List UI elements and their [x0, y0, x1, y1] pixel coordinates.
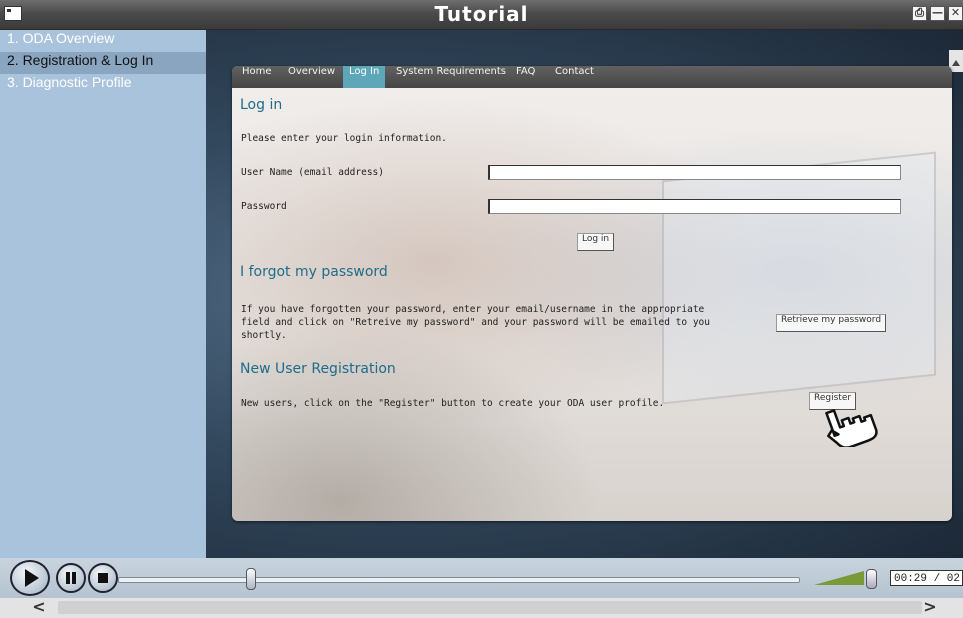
- forgot-password-line-2: field and click on "Retreive my password…: [241, 317, 710, 328]
- scrollbar-thumb[interactable]: [58, 601, 922, 614]
- close-icon[interactable]: ✕: [948, 6, 963, 21]
- forgot-password-heading: I forgot my password: [240, 264, 388, 280]
- registration-text: New users, click on the "Register" butto…: [241, 398, 665, 409]
- seek-track[interactable]: [118, 577, 800, 583]
- login-button[interactable]: Log in: [577, 233, 615, 251]
- volume-slider[interactable]: [814, 571, 864, 585]
- nav-faq[interactable]: FAQ: [510, 66, 541, 88]
- nav-contact[interactable]: Contact: [549, 66, 600, 88]
- horizontal-scrollbar[interactable]: < >: [0, 598, 963, 618]
- printer-icon[interactable]: ⎙: [912, 6, 927, 21]
- chapter-sidebar: 1. ODA Overview 2. Registration & Log In…: [0, 30, 206, 558]
- window-controls: ⎙ — ✕: [912, 6, 963, 21]
- scroll-left-arrow-icon[interactable]: <: [12, 598, 66, 618]
- title-bar: Tutorial ⎙ — ✕: [0, 0, 963, 30]
- window-title: Tutorial: [434, 2, 529, 26]
- username-label: User Name (email address): [241, 167, 384, 178]
- forgot-password-line-3: shortly.: [241, 330, 287, 341]
- sidebar-item-diagnostic-profile[interactable]: 3. Diagnostic Profile: [0, 74, 206, 96]
- volume-slider-thumb[interactable]: [866, 569, 877, 589]
- time-readout: 00:29 / 02:: [890, 570, 963, 586]
- nav-home[interactable]: Home: [236, 66, 278, 88]
- pause-icon: [66, 572, 76, 584]
- website-panel: Home Overview Log In System Requirements…: [232, 66, 952, 521]
- retrieve-password-button[interactable]: Retrieve my password: [776, 314, 887, 332]
- site-nav-bar: Home Overview Log In System Requirements…: [232, 66, 952, 88]
- seek-slider-thumb[interactable]: [246, 568, 256, 590]
- nav-login[interactable]: Log In: [343, 66, 386, 88]
- monitor-image: [662, 151, 936, 405]
- pause-button[interactable]: [56, 563, 86, 593]
- hand-cursor-icon: [825, 409, 878, 447]
- registration-heading: New User Registration: [240, 361, 396, 377]
- media-controls: 00:29 / 02:: [0, 558, 963, 598]
- username-input[interactable]: [488, 165, 901, 180]
- login-instructions: Please enter your login information.: [241, 133, 447, 144]
- play-icon: [25, 569, 39, 587]
- video-stage: Home Overview Log In System Requirements…: [206, 30, 963, 558]
- forgot-password-line-1: If you have forgotten your password, ent…: [241, 304, 705, 315]
- password-input[interactable]: [488, 199, 901, 214]
- stop-icon: [98, 573, 108, 583]
- nav-system-requirements[interactable]: System Requirements: [390, 66, 512, 88]
- nav-overview[interactable]: Overview: [282, 66, 341, 88]
- stop-button[interactable]: [88, 563, 118, 593]
- scroll-right-arrow-icon[interactable]: >: [903, 598, 957, 618]
- password-label: Password: [241, 201, 287, 212]
- login-heading: Log in: [240, 97, 283, 113]
- sidebar-item-registration-login[interactable]: 2. Registration & Log In: [0, 52, 206, 74]
- minimize-icon[interactable]: —: [930, 6, 945, 21]
- sidebar-item-oda-overview[interactable]: 1. ODA Overview: [0, 30, 206, 52]
- play-button[interactable]: [10, 560, 50, 596]
